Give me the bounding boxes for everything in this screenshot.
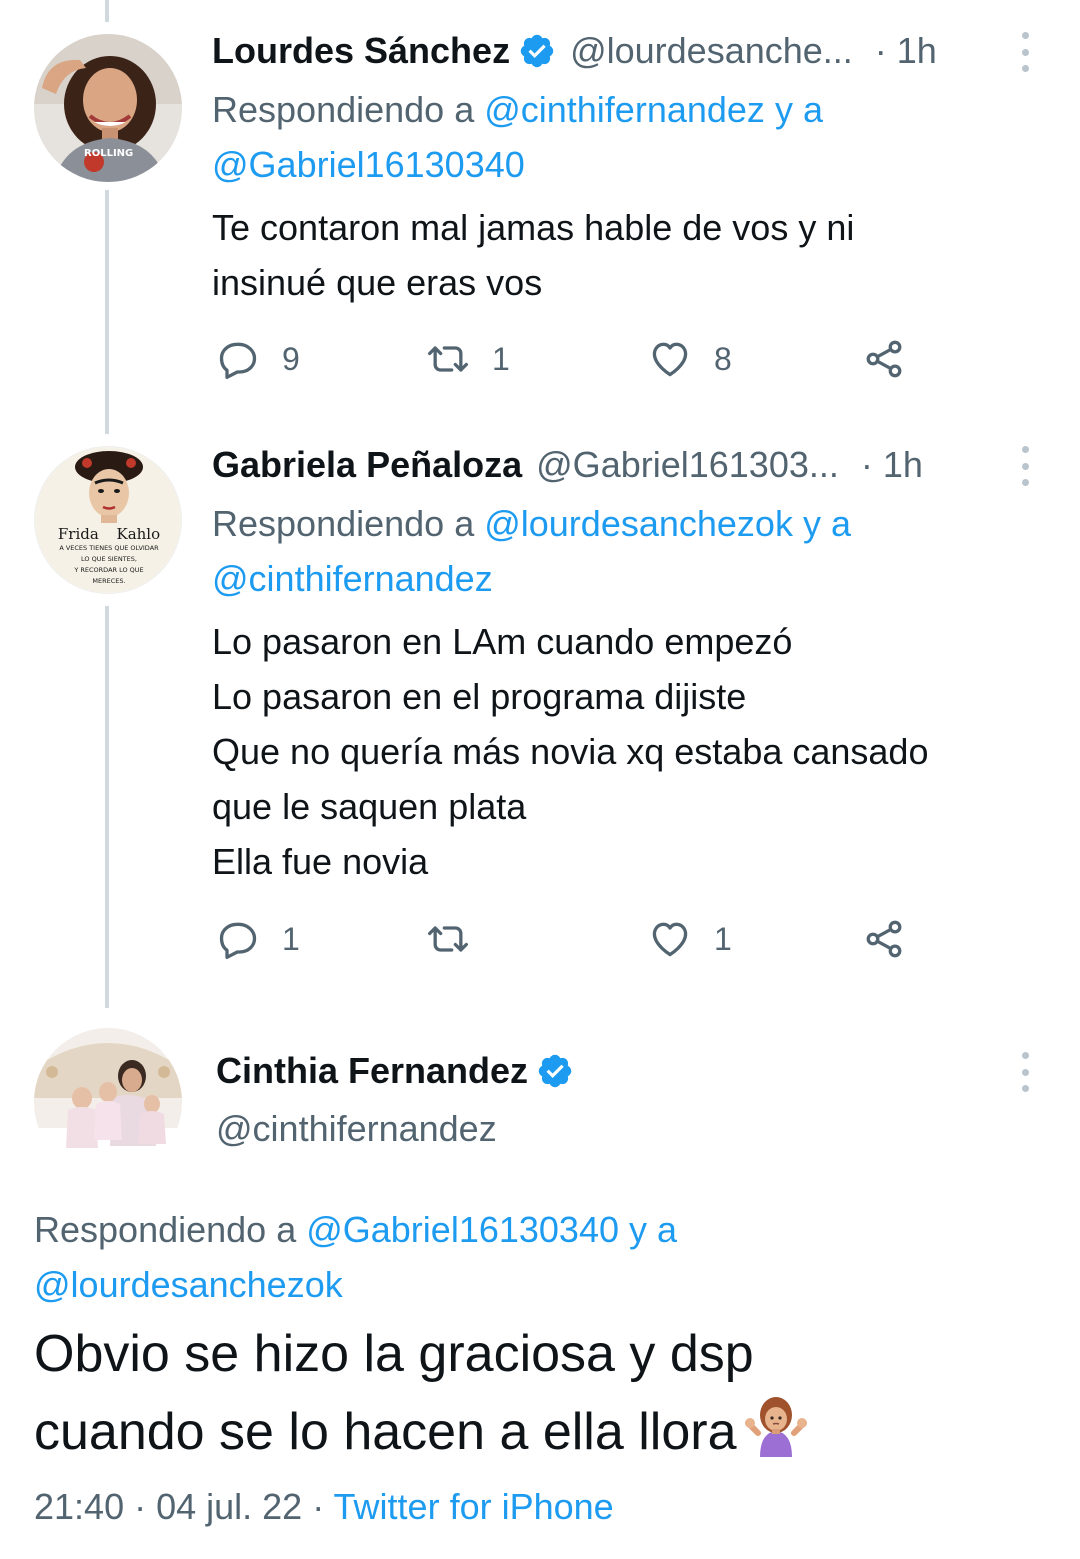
share-button[interactable]	[862, 914, 906, 964]
replying-to: Respondiendo a @cinthifernandez y a @Gab…	[212, 82, 1032, 192]
retweet-icon	[428, 346, 468, 372]
tweet-text-line: Obvio se hizo la graciosa y dsp	[34, 1325, 754, 1383]
avatar-text-frida: Frida	[57, 525, 99, 543]
share-icon	[866, 340, 902, 378]
avatar-gabriela[interactable]: Frida Kahlo A VECES TIENES QUE OLVIDAR L…	[34, 446, 182, 594]
more-options-icon[interactable]	[1018, 446, 1032, 486]
reply-button[interactable]: 9	[216, 334, 300, 384]
reply-count: 9	[282, 340, 300, 377]
reply-tweet-gabriela[interactable]: Frida Kahlo A VECES TIENES QUE OLVIDAR L…	[0, 440, 1080, 1000]
more-options-icon[interactable]	[1018, 32, 1032, 72]
verified-badge-icon	[536, 1052, 574, 1090]
like-count: 8	[714, 340, 732, 377]
mention-link[interactable]: @lourdesanchezok	[484, 503, 793, 544]
handle[interactable]: @cinthifernandez	[216, 1108, 497, 1158]
tweet-text: Lo pasaron en LAm cuando empezó Lo pasar…	[212, 614, 1052, 889]
tweet-text-line: insinué que eras vos	[212, 262, 543, 303]
retweet-button[interactable]: 1	[426, 334, 510, 384]
avatar-lourdes[interactable]: ROLLING	[34, 34, 182, 182]
svg-text:ROLLING: ROLLING	[84, 148, 133, 159]
display-name[interactable]: Lourdes Sánchez	[212, 30, 510, 72]
heart-icon	[652, 922, 688, 957]
tweet-text-line-content: cuando se lo hacen a ella llora	[34, 1403, 737, 1461]
reply-tweet-lourdes[interactable]: ROLLING Lourdes Sánchez @lourdesanche...…	[0, 0, 1080, 420]
like-button[interactable]: 1	[648, 914, 732, 964]
tweet-actions: 9 1 8	[212, 334, 932, 384]
replying-to: Respondiendo a @lourdesanchezok y a @cin…	[212, 496, 1032, 606]
retweet-count: 1	[492, 340, 510, 377]
reply-button[interactable]: 1	[216, 914, 300, 964]
reply-prefix: Respondiendo a	[212, 503, 485, 544]
heart-icon	[652, 342, 688, 377]
tweet-header: Lourdes Sánchez @lourdesanche... · 1h	[212, 26, 1020, 76]
handle[interactable]: @Gabriel161303...	[536, 444, 839, 486]
tweet-text-line: Ella fue novia	[212, 841, 429, 882]
main-tweet-text: Obvio se hizo la graciosa y dsp cuando s…	[34, 1316, 1044, 1471]
timestamp[interactable]: · 1h	[875, 30, 937, 72]
like-count: 1	[714, 920, 732, 957]
mention-link[interactable]: @Gabriel16130340	[212, 144, 525, 185]
avatar-text-kahlo: Kahlo	[116, 525, 161, 543]
like-button[interactable]: 8	[648, 334, 732, 384]
tweet-text: Te contaron mal jamas hable de vos y ni …	[212, 200, 1052, 310]
replying-to: Respondiendo a @Gabriel16130340 y a @lou…	[34, 1202, 1034, 1312]
reply-joiner: y a	[764, 89, 823, 130]
tweet-text-line: Que no quería más novia xq estaba cansad…	[212, 731, 929, 772]
mention-link[interactable]: @lourdesanchezok	[34, 1264, 343, 1305]
reply-count: 1	[282, 920, 300, 957]
meta-separator: ·	[124, 1486, 157, 1527]
retweet-button[interactable]	[426, 914, 492, 964]
avatar-caption: Frida Kahlo A VECES TIENES QUE OLVIDAR L…	[35, 525, 181, 587]
share-icon	[866, 920, 902, 958]
handle[interactable]: @lourdesanche...	[570, 30, 853, 72]
tweet-actions: 1 1	[212, 914, 932, 964]
tweet-text-line: Lo pasaron en LAm cuando empezó	[212, 621, 793, 662]
timestamp[interactable]: · 1h	[861, 444, 923, 486]
reply-prefix: Respondiendo a	[34, 1209, 307, 1250]
avatar-quote-line: MERECES.	[92, 577, 126, 585]
reply-icon	[219, 922, 257, 959]
tweet-date[interactable]: 04 jul. 22	[156, 1486, 302, 1527]
meta-separator: ·	[302, 1486, 334, 1527]
share-button[interactable]	[862, 334, 906, 384]
person-shrugging-emoji-icon	[744, 1393, 808, 1457]
tweet-source-link[interactable]: Twitter for iPhone	[334, 1486, 614, 1527]
main-tweet-cinthia: Cinthia Fernandez @cinthifernandez Respo…	[0, 1020, 1080, 1559]
reply-joiner: y a	[619, 1209, 678, 1250]
reply-icon	[219, 342, 257, 379]
mention-link[interactable]: @Gabriel16130340	[306, 1209, 619, 1250]
reply-joiner: y a	[792, 503, 851, 544]
reply-prefix: Respondiendo a	[212, 89, 485, 130]
tweet-text-line: cuando se lo hacen a ella llora	[34, 1393, 1044, 1471]
tweet-header: Gabriela Peñaloza @Gabriel161303... · 1h	[212, 440, 1020, 490]
avatar-quote-line: Y RECORDAR LO QUE	[74, 566, 144, 574]
mention-link[interactable]: @cinthifernandez	[212, 558, 493, 599]
display-name[interactable]: Gabriela Peñaloza	[212, 444, 522, 486]
avatar-quote-line: LO QUE SIENTES,	[81, 555, 137, 563]
retweet-icon	[428, 926, 468, 952]
display-name[interactable]: Cinthia Fernandez	[216, 1050, 528, 1092]
tweet-text-line: Te contaron mal jamas hable de vos y ni	[212, 207, 855, 248]
tweet-time[interactable]: 21:40	[34, 1486, 124, 1527]
more-options-icon[interactable]	[1018, 1052, 1032, 1092]
mention-link[interactable]: @cinthifernandez	[484, 89, 765, 130]
verified-badge-icon	[518, 32, 556, 70]
tweet-meta: 21:40 · 04 jul. 22 · Twitter for iPhone	[34, 1486, 614, 1536]
avatar-cinthia[interactable]	[34, 1028, 182, 1176]
tweet-text-line: Lo pasaron en el programa dijiste	[212, 676, 747, 717]
main-display-name-row: Cinthia Fernandez	[216, 1046, 574, 1096]
avatar-quote-line: A VECES TIENES QUE OLVIDAR	[59, 544, 159, 552]
tweet-text-line: que le saquen plata	[212, 786, 527, 827]
